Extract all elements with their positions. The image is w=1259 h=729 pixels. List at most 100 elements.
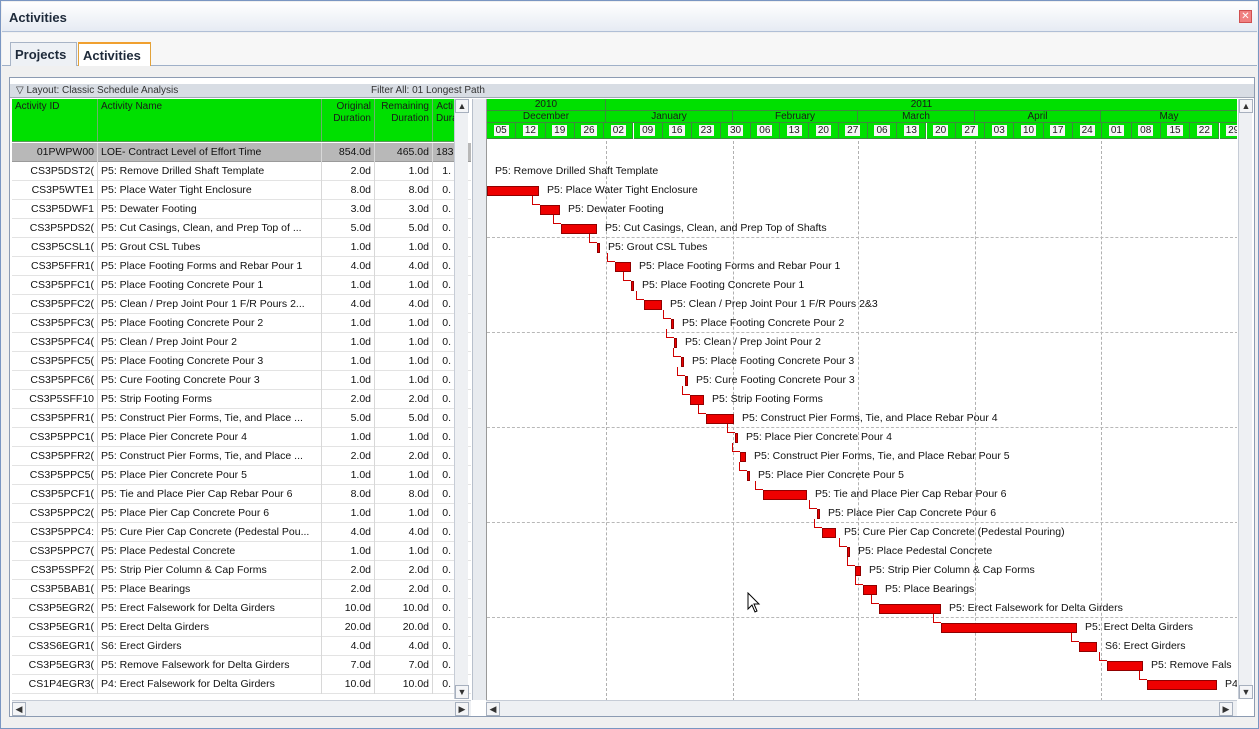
table-row[interactable]: CS3P5PDS2(P5: Cut Casings, Clean, and Pr… [12,219,471,238]
gantt-bar[interactable] [487,186,539,196]
gantt-bar[interactable] [706,414,734,424]
actual-duration-cell: 0. [433,580,455,599]
gantt-bar[interactable] [561,224,597,234]
table-row[interactable]: CS3P5PPC2(P5: Place Pier Cap Concrete Po… [12,504,471,523]
table-row[interactable]: CS3P5PFC1(P5: Place Footing Concrete Pou… [12,276,471,295]
gantt-bar[interactable] [681,357,684,367]
gantt-bar[interactable] [540,205,560,215]
dependency-link [727,424,735,433]
week-tick-label: 15 [1167,125,1183,136]
header-original-label-2: Duration [333,113,371,124]
actual-duration-cell: 0. [433,390,455,409]
gantt-bar[interactable] [847,547,850,557]
table-row[interactable]: CS3P5WTE1 P5: Place Water Tight Enclosure… [12,181,471,200]
gantt-bar[interactable] [631,281,634,291]
table-row[interactable]: 01PWPW00 LOE- Contract Level of Effort Ti… [12,143,471,162]
dependency-link [666,329,674,338]
activity-name-cell: P5: Construct Pier Forms, Tie, and Place… [98,447,322,466]
gantt-bar[interactable] [644,300,662,310]
table-row[interactable]: CS3P5CSL1(P5: Grout CSL Tubes 1.0d 1.0d 0. [12,238,471,257]
table-row[interactable]: CS3P5PPC5(P5: Place Pier Concrete Pour 5… [12,466,471,485]
gantt-bar[interactable] [863,585,877,595]
gantt-scroll-right-icon[interactable]: ▶ [1219,702,1233,716]
week-tick: 03 [985,123,1015,139]
gantt-bar-label: P5: Cure Pier Cap Concrete (Pedestal Pou… [844,526,1065,538]
gantt-horizontal-scrollbar[interactable]: ◀ ▶ [486,700,1237,716]
actual-duration-cell: 0. [433,675,455,694]
tab-activities[interactable]: Activities [78,42,151,66]
table-row[interactable]: CS3P5SPF2(P5: Strip Pier Column & Cap Fo… [12,561,471,580]
gantt-vertical-scrollbar[interactable]: ▲ ▼ [1238,99,1253,699]
header-activity-id[interactable]: Activity ID [12,99,98,142]
gantt-bar[interactable] [747,471,750,481]
gantt-bar[interactable] [763,490,807,500]
table-row[interactable]: CS3P5EGR2(P5: Erect Falsework for Delta … [12,599,471,618]
gantt-bar[interactable] [855,566,861,576]
week-tick: 16 [662,123,693,139]
table-row[interactable]: CS3P5PFC5(P5: Place Footing Concrete Pou… [12,352,471,371]
table-row[interactable]: CS3P5EGR3(P5: Remove Falsework for Delta… [12,656,471,675]
grid-vertical-scrollbar[interactable]: ▲ ▼ [454,99,469,699]
table-row[interactable]: CS3P5PPC4: P5: Cure Pier Cap Concrete (Pe… [12,523,471,542]
table-row[interactable]: CS3P5SFF10 P5: Strip Footing Forms 2.0d 2.0… [12,390,471,409]
gantt-bar[interactable] [685,376,688,386]
gantt-bar[interactable] [615,262,631,272]
scroll-left-icon[interactable]: ◀ [12,702,26,716]
header-activity-name[interactable]: Activity Name [98,99,322,142]
scroll-up-icon[interactable]: ▲ [455,99,469,113]
table-row[interactable]: CS3P5PFC2(P5: Clean / Prep Joint Pour 1 … [12,295,471,314]
gantt-bar[interactable] [690,395,704,405]
scroll-right-icon[interactable]: ▶ [455,702,469,716]
original-duration-cell: 3.0d [322,200,375,219]
pane-splitter[interactable] [472,99,486,700]
gantt-bar[interactable] [674,338,677,348]
gantt-bar[interactable] [1107,661,1143,671]
gantt-bar[interactable] [735,433,738,443]
table-row[interactable]: CS3P5PPC1(P5: Place Pier Concrete Pour 4… [12,428,471,447]
header-remaining-duration[interactable]: Remaining Duration [375,99,433,142]
dependency-link [486,177,487,186]
close-icon[interactable]: ✕ [1239,10,1252,23]
table-row[interactable]: CS3P5PCF1(P5: Tie and Place Pier Cap Reb… [12,485,471,504]
gantt-bar[interactable] [740,452,746,462]
table-row[interactable]: CS3P5PFC4(P5: Clean / Prep Joint Pour 21… [12,333,471,352]
dependency-link [1099,652,1107,661]
table-row[interactable]: CS3P5PFC6(P5: Cure Footing Concrete Pour… [12,371,471,390]
table-row[interactable]: CS1P4EGR3(P4: Erect Falsework for Delta … [12,675,471,694]
gantt-bar[interactable] [941,623,1077,633]
gantt-bar[interactable] [671,319,674,329]
week-tick-label: 17 [1050,125,1066,136]
week-tick-label: 23 [698,125,714,136]
gantt-scroll-left-icon[interactable]: ◀ [486,702,500,716]
gantt-scroll-down-icon[interactable]: ▼ [1239,685,1253,699]
table-row[interactable]: CS3P5PPC7(P5: Place Pedestal Concrete 1.0… [12,542,471,561]
header-original-duration[interactable]: Original Duration [322,99,375,142]
layout-dropdown[interactable]: ▽ Layout: Classic Schedule Analysis [16,85,178,96]
remaining-duration-cell: 8.0d [375,485,433,504]
scroll-down-icon[interactable]: ▼ [455,685,469,699]
table-row[interactable]: CS3P5PFR2(P5: Construct Pier Forms, Tie,… [12,447,471,466]
table-row[interactable]: CS3P5DWF1 P5: Dewater Footing 3.0d 3.0d 0. [12,200,471,219]
table-row[interactable]: CS3P5PFR1(P5: Construct Pier Forms, Tie,… [12,409,471,428]
actual-duration-cell: 0. [433,428,455,447]
activity-name-cell: P5: Place Water Tight Enclosure [98,181,322,200]
table-row[interactable]: CS3P5BAB1(P5: Place Bearings 2.0d 2.0d 0. [12,580,471,599]
week-tick: 26 [574,123,605,139]
gantt-bar[interactable] [817,509,820,519]
gantt-scroll-up-icon[interactable]: ▲ [1239,99,1253,113]
table-row[interactable]: CS3S6EGR1(S6: Erect Girders 4.0d 4.0d 0. [12,637,471,656]
table-row[interactable]: CS3P5PFC3(P5: Place Footing Concrete Pou… [12,314,471,333]
gantt-bar[interactable] [1079,642,1097,652]
table-row[interactable]: CS3P5FFR1(P5: Place Footing Forms and Re… [12,257,471,276]
week-tick-label: 13 [903,125,919,136]
gantt-bar[interactable] [597,243,600,253]
gantt-bar[interactable] [822,528,836,538]
remaining-duration-cell: 4.0d [375,295,433,314]
grid-horizontal-scrollbar[interactable]: ◀ ▶ [12,700,471,716]
gantt-bar[interactable] [879,604,941,614]
table-row[interactable]: CS3P5EGR1(P5: Erect Delta Girders 20.0d 20… [12,618,471,637]
tab-projects[interactable]: Projects [10,42,77,66]
gantt-bar[interactable] [1147,680,1217,690]
table-row[interactable]: CS3P5DST2(P5: Remove Drilled Shaft Templ… [12,162,471,181]
gantt-bar-label: P5: Cut Casings, Clean, and Prep Top of … [605,222,827,234]
